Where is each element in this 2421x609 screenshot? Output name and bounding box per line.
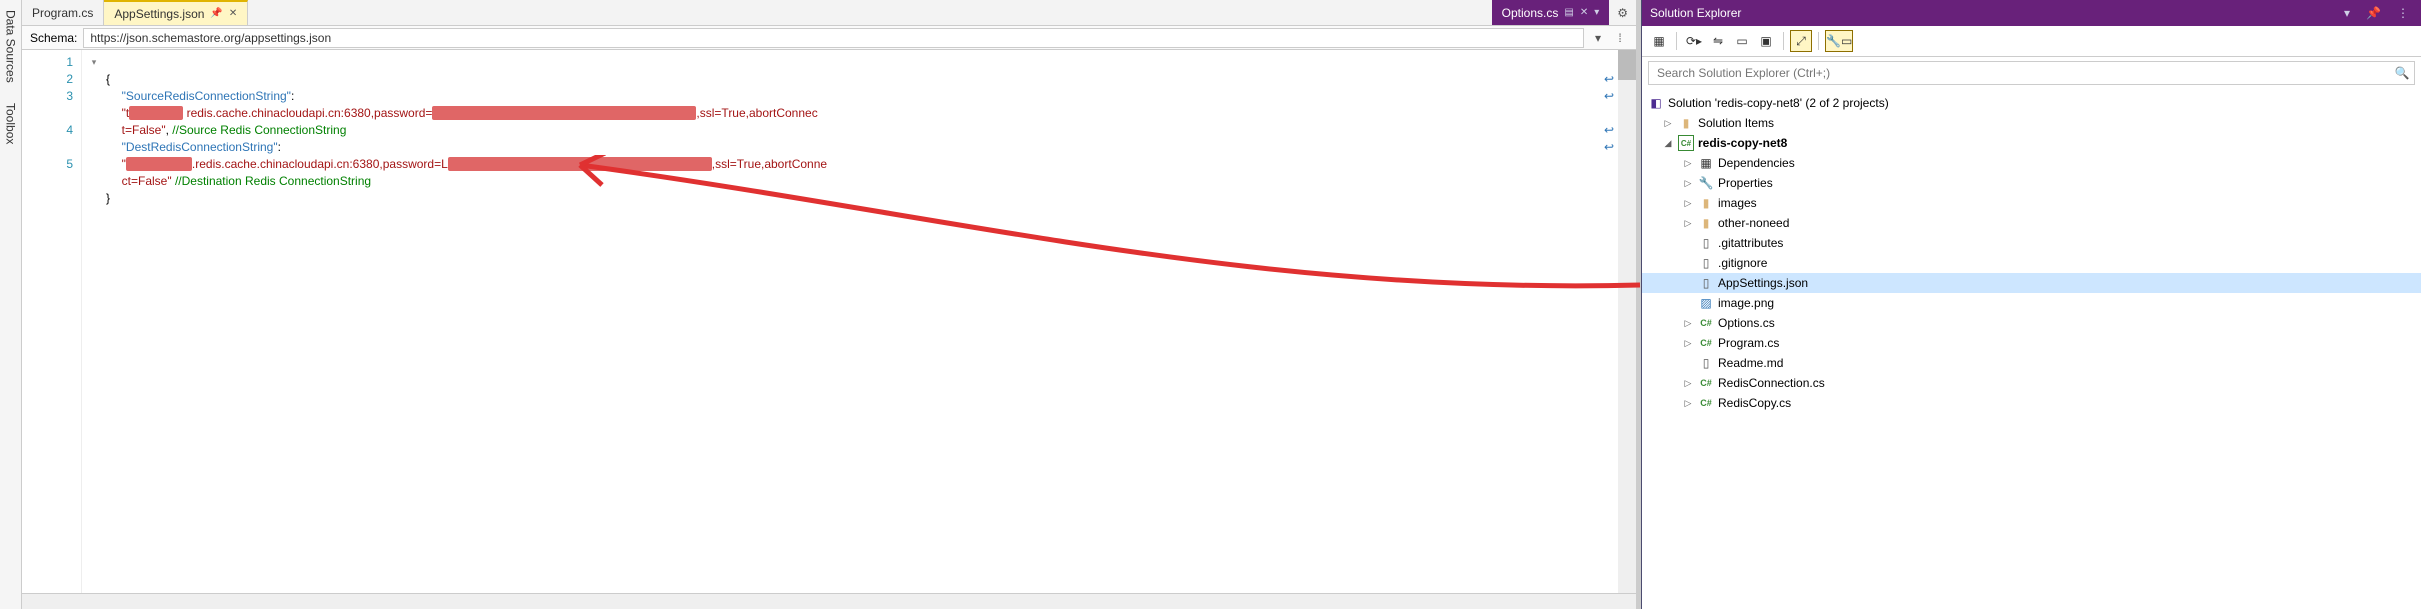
cs-file-icon: C# — [1698, 315, 1714, 331]
readme-file[interactable]: ▯ Readme.md — [1642, 353, 2421, 373]
folder-icon: ▮ — [1678, 115, 1694, 131]
solution-explorer-titlebar: Solution Explorer ▾ 📌 ⋮ — [1642, 0, 2421, 26]
markdown-file-icon: ▯ — [1698, 355, 1714, 371]
solution-icon: ◧ — [1648, 95, 1664, 111]
scope-icon[interactable]: ⤢ — [1790, 30, 1812, 52]
panel-title: Solution Explorer — [1650, 6, 2332, 20]
line-number-gutter: 1 2 3 4 5 — [22, 50, 82, 593]
appsettings-file[interactable]: ▯ AppSettings.json — [1642, 273, 2421, 293]
csproj-icon: C# — [1678, 135, 1694, 151]
show-all-icon[interactable]: ▣ — [1755, 30, 1777, 52]
left-tool-tabs: Data Sources Toolbox — [0, 0, 22, 609]
wrap-icon: ↩ — [1604, 71, 1614, 88]
images-folder[interactable]: ▷ ▮ images — [1642, 193, 2421, 213]
schema-dropdown-icon[interactable]: ▾ — [1590, 31, 1606, 45]
expand-icon[interactable]: ▷ — [1682, 318, 1694, 329]
datasources-tab[interactable]: Data Sources — [2, 4, 20, 89]
wrench-icon: 🔧 — [1698, 175, 1714, 191]
sync-icon[interactable]: ⇋ — [1707, 30, 1729, 52]
redacted-text: xxxxxxxxxxxxxxxxxxxxxxxxxxxxxxxxxxxxxxxx… — [432, 106, 696, 120]
cs-file-icon: C# — [1698, 395, 1714, 411]
fold-toggle-icon[interactable]: ▾ — [82, 54, 106, 71]
folder-icon: ▮ — [1698, 195, 1714, 211]
collapse-icon[interactable]: ▭ — [1731, 30, 1753, 52]
editor-tab-bar: Program.cs AppSettings.json 📌 ✕ Options.… — [22, 0, 1636, 26]
schema-input[interactable] — [83, 28, 1584, 48]
home-icon[interactable]: ⟳▸ — [1683, 30, 1705, 52]
expand-icon[interactable]: ▷ — [1682, 218, 1694, 229]
imagepng-file[interactable]: ▨ image.png — [1642, 293, 2421, 313]
redacted-text: xxxxxxxxxxx — [126, 157, 192, 171]
fold-gutter: ▾ — [82, 50, 106, 593]
program-cs-file[interactable]: ▷ C# Program.cs — [1642, 333, 2421, 353]
cs-file-icon: C# — [1698, 335, 1714, 351]
file-icon: ▯ — [1698, 235, 1714, 251]
solution-items-folder[interactable]: ▷ ▮ Solution Items — [1642, 113, 2421, 133]
close-icon[interactable]: ✕ — [1580, 7, 1588, 18]
toolbox-tab[interactable]: Toolbox — [2, 97, 20, 150]
tab-label: Program.cs — [32, 6, 93, 20]
scroll-thumb[interactable] — [1618, 50, 1636, 80]
wrap-icon: ↩ — [1604, 122, 1614, 139]
wrap-icon: ↩ — [1604, 88, 1614, 105]
expand-icon[interactable]: ▷ — [1682, 338, 1694, 349]
json-file-icon: ▯ — [1698, 275, 1714, 291]
tab-program-cs[interactable]: Program.cs — [22, 0, 104, 25]
autohide-pin-icon[interactable]: 📌 — [2362, 6, 2385, 20]
schema-bar: Schema: ▾ ⁞ — [22, 26, 1636, 50]
schema-label: Schema: — [30, 31, 77, 45]
tab-label: AppSettings.json — [114, 7, 204, 21]
dependencies-node[interactable]: ▷ ▦ Dependencies — [1642, 153, 2421, 173]
expand-icon[interactable]: ▷ — [1682, 178, 1694, 189]
options-cs-file[interactable]: ▷ C# Options.cs — [1642, 313, 2421, 333]
gitignore-file[interactable]: ▯ .gitignore — [1642, 253, 2421, 273]
split-editor-icon[interactable]: ⁞ — [1612, 31, 1628, 45]
dropdown-icon[interactable]: ▾ — [1594, 7, 1599, 18]
expand-icon[interactable]: ▷ — [1682, 378, 1694, 389]
pin-icon[interactable]: 📌 — [210, 8, 222, 19]
image-file-icon: ▨ — [1698, 295, 1714, 311]
redacted-text: xxxxxxxxx — [129, 106, 183, 120]
expand-icon[interactable]: ▷ — [1682, 398, 1694, 409]
project-node[interactable]: ◢ C# redis-copy-net8 — [1642, 133, 2421, 153]
promote-icon[interactable]: ▤ — [1564, 7, 1573, 18]
solution-search-input[interactable] — [1649, 66, 2390, 80]
wrap-icon: ↩ — [1604, 139, 1614, 156]
rediscopy-cs-file[interactable]: ▷ C# RedisCopy.cs — [1642, 393, 2421, 413]
search-icon[interactable]: 🔍 — [2390, 66, 2414, 80]
other-noneed-folder[interactable]: ▷ ▮ other-noneed — [1642, 213, 2421, 233]
expand-icon[interactable]: ▷ — [1682, 158, 1694, 169]
redisconnection-cs-file[interactable]: ▷ C# RedisConnection.cs — [1642, 373, 2421, 393]
tab-appsettings-json[interactable]: AppSettings.json 📌 ✕ — [104, 0, 248, 25]
gitattributes-file[interactable]: ▯ .gitattributes — [1642, 233, 2421, 253]
vertical-scrollbar[interactable] — [1618, 50, 1636, 593]
horizontal-scrollbar[interactable] — [22, 593, 1636, 609]
redacted-text: xxxxxxxxxxxxxxxxxxxxxxxxxxxxxxxxxxxxxxxx… — [448, 157, 712, 171]
dependencies-icon: ▦ — [1698, 155, 1714, 171]
solution-search[interactable]: 🔍 — [1648, 61, 2415, 85]
solution-root-node[interactable]: ◧ Solution 'redis-copy-net8' (2 of 2 pro… — [1642, 93, 2421, 113]
solution-explorer-panel: Solution Explorer ▾ 📌 ⋮ ▦ ⟳▸ ⇋ ▭ ▣ ⤢ 🔧▭ … — [1641, 0, 2421, 609]
tab-label: Options.cs — [1502, 6, 1559, 20]
solution-tree[interactable]: ◧ Solution 'redis-copy-net8' (2 of 2 pro… — [1642, 89, 2421, 609]
close-icon[interactable]: ✕ — [229, 8, 237, 19]
tab-settings-gear-icon[interactable]: ⚙ — [1609, 0, 1636, 25]
expand-icon[interactable]: ▷ — [1662, 118, 1674, 129]
expand-icon[interactable]: ▷ — [1682, 198, 1694, 209]
folder-icon: ▮ — [1698, 215, 1714, 231]
file-icon: ▯ — [1698, 255, 1714, 271]
close-panel-icon[interactable]: ⋮ — [2393, 6, 2413, 20]
window-menu-icon[interactable]: ▾ — [2340, 6, 2354, 20]
views-icon[interactable]: ▦ — [1648, 30, 1670, 52]
code-content[interactable]: { "SourceRedisConnectionString":↩ "txxxx… — [106, 50, 1618, 593]
code-editor[interactable]: 1 2 3 4 5 ▾ { "SourceRedisConnectionStri… — [22, 50, 1636, 593]
tab-options-cs-preview[interactable]: Options.cs ▤ ✕ ▾ — [1492, 0, 1610, 25]
properties-icon[interactable]: 🔧▭ — [1825, 30, 1853, 52]
properties-node[interactable]: ▷ 🔧 Properties — [1642, 173, 2421, 193]
cs-file-icon: C# — [1698, 375, 1714, 391]
collapse-icon[interactable]: ◢ — [1662, 138, 1674, 149]
solution-explorer-toolbar: ▦ ⟳▸ ⇋ ▭ ▣ ⤢ 🔧▭ — [1642, 26, 2421, 57]
